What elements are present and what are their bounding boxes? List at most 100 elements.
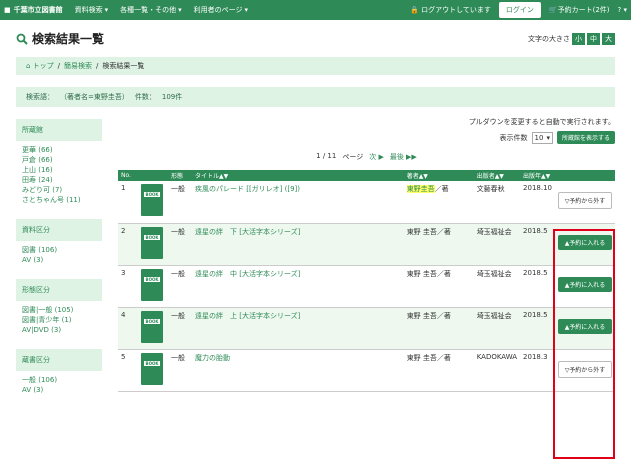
remove-reservation-button[interactable]: ▽予約から外す <box>558 360 612 378</box>
row-type: 一般 <box>171 269 185 278</box>
chevron-down-icon: ▾ <box>178 6 182 14</box>
table-row: 1 BOOK 一般 疾風のパレード [[ガリレオ] ([9]) 東野圭吾／著 文藝春秋 20… <box>118 181 615 223</box>
breadcrumb-top[interactable]: ⌂ トップ <box>26 61 54 71</box>
lock-icon: 🔒 <box>410 6 419 14</box>
library-name: 千葉市立図書館 <box>13 6 63 14</box>
row-type: 一般 <box>171 353 185 362</box>
search-criteria: 検索語： （著者名=東野圭吾） 件数： 109件 <box>16 87 615 107</box>
login-button[interactable]: ログイン <box>498 2 541 18</box>
chevron-down-icon: ▾ <box>546 133 550 142</box>
author-text: 東野 圭吾／著 <box>406 353 451 362</box>
facet-item[interactable]: 上山 (16) <box>22 165 96 175</box>
display-count-select[interactable]: 10 ▾ <box>531 131 553 144</box>
author-text: ／著 <box>434 185 449 193</box>
help-button[interactable]: ? ▾ <box>618 6 627 14</box>
facet-list: 図書|一般 (105) 図書|青少年 (1) AV|DVD (3) <box>16 301 102 339</box>
facet-group: 資料区分 図書 (106) AV (3) <box>16 219 102 269</box>
facet-heading: 蔵書区分 <box>16 349 102 371</box>
last-page-link[interactable]: 最後 ▶▶ <box>390 152 417 162</box>
chevron-down-icon: ▾ <box>244 6 249 14</box>
facet-item[interactable]: 更華 (66) <box>22 145 96 155</box>
author-text: 東野 圭吾／著 <box>406 227 451 236</box>
facet-group: 所蔵館更華 (66) 戸倉 (66) 上山 (16) 田寿 (24) みどり可 (7) さ… <box>16 119 102 209</box>
add-reservation-button[interactable]: ▲予約に入れる <box>558 276 612 292</box>
facet-group: 形態区分 図書|一般 (105) 図書|青少年 (1) AV|DVD (3) <box>16 279 102 339</box>
table-row: 4 BOOK 一般 遠星の絆 上 [大活字本シリーズ] 東野 圭吾／著 埼玉福祉会 2018… <box>118 307 615 349</box>
row-type: 一般 <box>171 227 185 236</box>
facet-item[interactable]: 田寿 (24) <box>22 175 96 185</box>
table-row: 3 BOOK 一般 遠星の絆 中 [大活字本シリーズ] 東野 圭吾／著 埼玉福祉会 2018… <box>118 265 615 307</box>
row-publisher: 埼玉福祉会 <box>476 227 512 236</box>
facet-heading: 所蔵館 <box>16 119 102 141</box>
add-reservation-button[interactable]: ▲予約に入れる <box>558 318 612 334</box>
col-author[interactable]: 著者▲▼ <box>404 170 474 181</box>
show-location-button[interactable]: 所蔵館を表示する <box>556 131 615 144</box>
row-publisher: KADOKAWA <box>476 352 518 361</box>
title-link[interactable]: 遠星の絆 下 [大活字本シリーズ] <box>195 228 300 236</box>
col-publisher[interactable]: 出版者▲▼ <box>474 170 520 181</box>
nav-search[interactable]: 資料検索 ▾ <box>75 5 109 15</box>
pager: 1 / 11 ページ 次 ▶ 最後 ▶▶ <box>316 152 417 162</box>
nav-user-page[interactable]: 利用者のページ ▾ <box>194 5 248 15</box>
nav-lists[interactable]: 各種一覧・その他 ▾ <box>120 5 182 15</box>
title-link[interactable]: 疾風のパレード [[ガリレオ] ([9]) <box>195 185 300 193</box>
result-controls: プルダウンを変更すると自動で実行されます。 表示件数 10 ▾ 所蔵館を表示する <box>118 117 615 144</box>
facet-item[interactable]: AV|DVD (3) <box>22 325 96 335</box>
table-row: 2 BOOK 一般 遠星の絆 下 [大活字本シリーズ] 東野 圭吾／著 埼玉福祉会 2018… <box>118 223 615 265</box>
breadcrumb-simple-search[interactable]: 簡易検索 <box>64 61 92 71</box>
facet-list: 一般 (106) AV (3) <box>16 371 102 399</box>
facet-item[interactable]: 戸倉 (66) <box>22 155 96 165</box>
title-link[interactable]: 遠星の絆 上 [大活字本シリーズ] <box>195 312 300 320</box>
library-logo[interactable]: ■ 千葉市立図書館 <box>4 5 63 15</box>
row-no: 3 <box>121 268 126 277</box>
row-no: 2 <box>121 226 126 235</box>
page-indicator: 1 / 11 <box>316 152 337 160</box>
book-icon[interactable]: BOOK <box>141 268 163 301</box>
author-highlight[interactable]: 東野圭吾 <box>406 185 435 193</box>
font-size-medium[interactable]: 中 <box>587 32 600 45</box>
author-text: 東野 圭吾／著 <box>406 269 451 278</box>
book-icon[interactable]: BOOK <box>141 226 163 259</box>
row-year: 2018.3 <box>523 352 548 361</box>
logout-status: 🔒 ログアウトしています <box>410 6 491 14</box>
cart-icon: 🛒 <box>548 6 558 14</box>
font-size-large[interactable]: 大 <box>602 32 615 45</box>
facet-item[interactable]: 図書|青少年 (1) <box>22 315 96 325</box>
row-no: 5 <box>121 352 126 361</box>
book-icon[interactable]: BOOK <box>141 184 163 216</box>
book-icon[interactable]: BOOK <box>141 352 163 385</box>
row-publisher: 文藝春秋 <box>476 185 505 193</box>
facet-item[interactable]: AV (3) <box>22 255 96 265</box>
facet-item[interactable]: さとちゃん号 (11) <box>22 195 96 205</box>
title-link[interactable]: 遠星の絆 中 [大活字本シリーズ] <box>195 270 300 278</box>
row-publisher: 埼玉福祉会 <box>476 311 512 320</box>
book-icon[interactable]: BOOK <box>141 310 163 343</box>
font-size-selector: 文字の大きさ 小 中 大 <box>528 32 615 45</box>
row-year: 2018.5 <box>523 226 548 235</box>
facet-item[interactable]: AV (3) <box>22 385 96 395</box>
facet-item[interactable]: みどり可 (7) <box>22 185 96 195</box>
col-title[interactable]: タイトル▲▼ <box>192 170 404 181</box>
row-no: 1 <box>121 184 126 192</box>
row-no: 4 <box>121 310 126 319</box>
facet-sidebar: 所蔵館更華 (66) 戸倉 (66) 上山 (16) 田寿 (24) みどり可 (7) さ… <box>16 115 102 399</box>
remove-reservation-button[interactable]: ▽予約から外す <box>558 192 612 209</box>
col-type: 形態 <box>171 173 184 180</box>
col-year[interactable]: 出版年▲▼ <box>520 170 555 181</box>
col-action <box>555 170 615 181</box>
author-text: 東野 圭吾／著 <box>406 311 451 320</box>
reservation-cart-link[interactable]: 🛒予約カート(2件) <box>549 5 610 15</box>
facet-item[interactable]: 図書|一般 (105) <box>22 305 96 315</box>
table-header-row: No. 形態 タイトル▲▼ 著者▲▼ 出版者▲▼ 出版年▲▼ <box>118 170 615 181</box>
col-no: No. <box>121 172 131 179</box>
search-icon <box>16 33 28 45</box>
row-publisher: 埼玉福祉会 <box>476 269 512 278</box>
font-size-small[interactable]: 小 <box>572 32 585 45</box>
facet-item[interactable]: 図書 (106) <box>22 245 96 255</box>
next-page-link[interactable]: 次 ▶ <box>369 152 384 162</box>
title-link[interactable]: 魔力の胎動 <box>195 354 230 362</box>
breadcrumb: ⌂ トップ / 簡易検索 / 検索結果一覧 <box>16 57 615 75</box>
add-reservation-button[interactable]: ▲予約に入れる <box>558 234 612 250</box>
facet-item[interactable]: 一般 (106) <box>22 375 96 385</box>
facet-group: 蔵書区分 一般 (106) AV (3) <box>16 349 102 399</box>
